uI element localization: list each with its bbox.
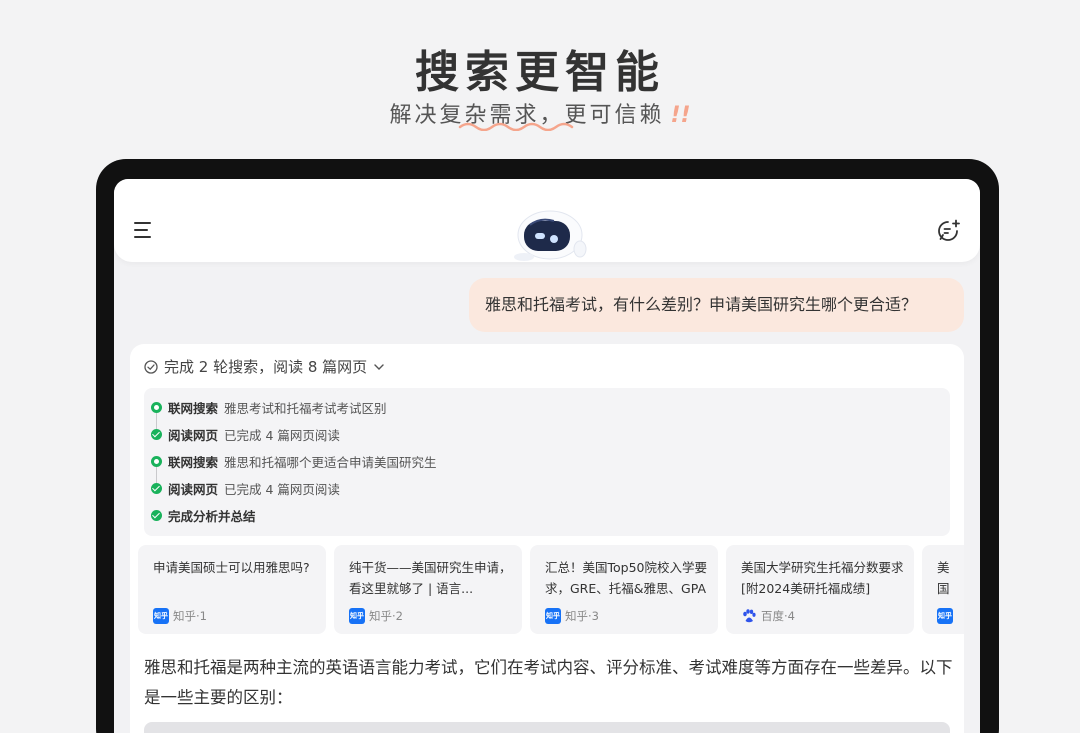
step-done-icon: [151, 428, 162, 440]
source-meta: 知乎 知乎·1: [153, 608, 207, 624]
step-item: 阅读网页 已完成 4 篇网页阅读: [151, 425, 340, 443]
app-screen: 雅思和托福考试，有什么差别？申请美国研究生哪个更合适？ 完成 2 轮搜索，阅读 …: [114, 179, 980, 733]
search-summary-toggle[interactable]: 完成 2 轮搜索，阅读 8 篇网页: [144, 356, 385, 377]
hero-bangs: !!: [670, 103, 691, 128]
hero-title: 搜索更智能: [415, 47, 665, 98]
search-steps: 联网搜索 雅思考试和托福考试考试区别 阅读网页 已完成 4 篇网页阅读 联网搜索…: [144, 388, 950, 536]
zhihu-icon: 知乎: [937, 608, 953, 624]
search-summary-text: 完成 2 轮搜索，阅读 8 篇网页: [164, 358, 368, 376]
new-chat-icon[interactable]: [937, 219, 961, 243]
source-site: 知乎·3: [565, 609, 599, 623]
source-card[interactable]: 申请美国硕士可以用雅思吗? 知乎 知乎·1: [138, 545, 326, 634]
step-detail: 雅思和托福哪个更适合申请美国研究生: [224, 454, 437, 470]
step-detail: 已完成 4 篇网页阅读: [224, 427, 340, 443]
source-card[interactable]: 美国多分 知乎: [922, 545, 964, 634]
source-meta: 知乎 知乎·2: [349, 608, 403, 624]
source-title: 美国大学研究生托福分数要求[附2024美研托福成绩]: [741, 560, 904, 596]
step-done-icon: [151, 482, 162, 494]
step-search-icon: [151, 455, 162, 467]
answer-text: 雅思和托福是两种主流的英语语言能力考试，它们在考试内容、评分标准、考试难度等方面…: [144, 658, 953, 707]
user-message-bubble: 雅思和托福考试，有什么差别？申请美国研究生哪个更合适？: [469, 278, 964, 332]
step-item: 阅读网页 已完成 4 篇网页阅读: [151, 479, 340, 497]
source-title: 纯干货——美国研究生申请，看这里就够了 | 语言...: [349, 560, 512, 596]
step-item: 联网搜索 雅思考试和托福考试考试区别: [151, 398, 387, 416]
step-label: 阅读网页: [168, 481, 219, 497]
source-title: 汇总！美国Top50院校入学要求，GRE、托福&雅思、GPA: [545, 560, 707, 596]
hamburger-icon[interactable]: [134, 222, 152, 238]
zhihu-icon: 知乎: [153, 608, 169, 624]
answer-card: 完成 2 轮搜索，阅读 8 篇网页 联网搜索 雅思考试和托福考试考试区别 阅读网…: [130, 344, 964, 733]
answer-table-header: [144, 722, 950, 733]
zhihu-icon: 知乎: [349, 608, 365, 624]
source-title: 美国多分: [937, 560, 950, 596]
step-detail: 已完成 4 篇网页阅读: [224, 481, 340, 497]
check-circle-icon: [144, 359, 158, 374]
step-label: 联网搜索: [168, 400, 219, 416]
step-detail: 雅思考试和托福考试考试区别: [224, 400, 387, 416]
source-meta: 知乎 知乎·3: [545, 608, 599, 624]
baidu-paw-icon: [743, 609, 756, 623]
step-item: 联网搜索 雅思和托福哪个更适合申请美国研究生: [151, 452, 437, 470]
step-item: 完成分析并总结: [151, 506, 262, 524]
source-site: 百度·4: [761, 609, 795, 623]
mascot-robot-icon: [514, 210, 587, 261]
source-title: 申请美国硕士可以用雅思吗?: [153, 560, 310, 575]
step-search-icon: [151, 401, 162, 413]
top-bar: [114, 179, 980, 262]
step-done-icon: [151, 509, 162, 521]
zhihu-icon: 知乎: [545, 608, 561, 624]
chevron-down-icon: [374, 363, 384, 370]
source-card[interactable]: 汇总！美国Top50院校入学要求，GRE、托福&雅思、GPA 知乎 知乎·3: [530, 545, 718, 634]
source-site: 知乎·1: [173, 609, 207, 623]
source-meta: 百度·4: [741, 608, 795, 624]
source-cards: 申请美国硕士可以用雅思吗? 知乎 知乎·1 纯干货——美国研究生申请，看这里就够…: [138, 545, 964, 637]
step-label: 联网搜索: [168, 454, 219, 470]
source-site: 知乎·2: [369, 609, 403, 623]
squiggle-underline-icon: [458, 122, 574, 131]
source-meta: 知乎: [937, 608, 953, 624]
source-card[interactable]: 美国大学研究生托福分数要求[附2024美研托福成绩] 百度·4: [726, 545, 914, 634]
source-card[interactable]: 纯干货——美国研究生申请，看这里就够了 | 语言... 知乎 知乎·2: [334, 545, 522, 634]
step-label: 阅读网页: [168, 427, 219, 443]
step-label: 完成分析并总结: [168, 508, 256, 524]
hero-subtitle: 解决复杂需求，更可信赖!!: [0, 97, 1080, 131]
